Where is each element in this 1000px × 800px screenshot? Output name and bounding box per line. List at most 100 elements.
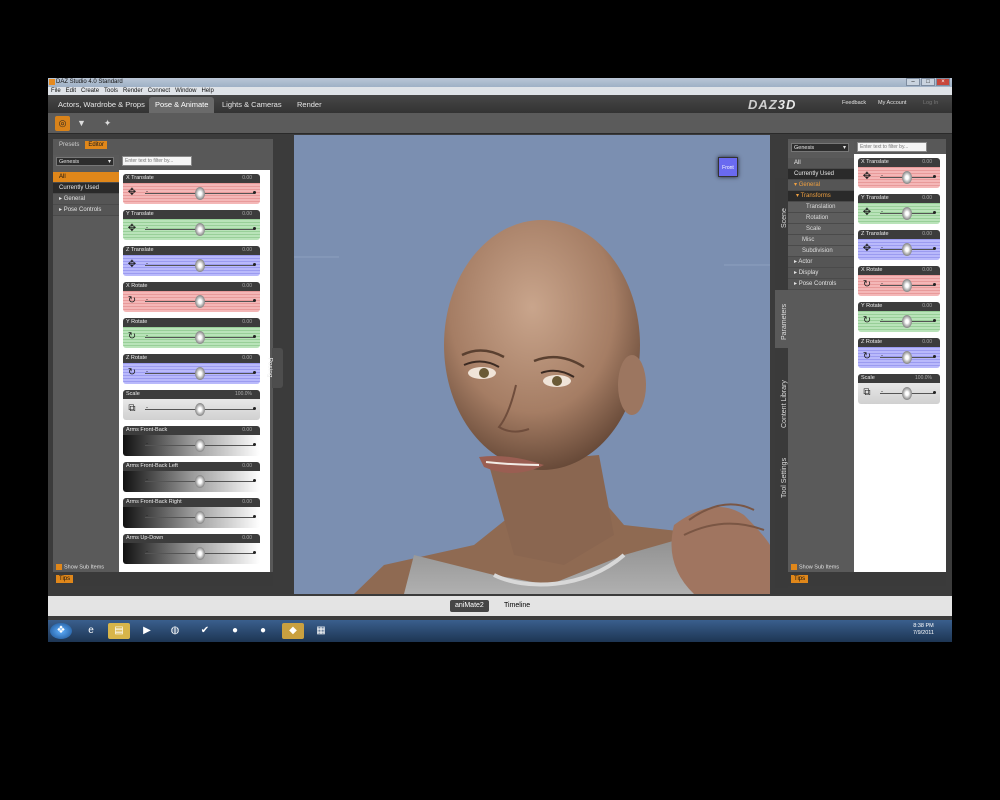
slider-arms-front-back-left[interactable]: Arms Front-Back Left 0.00 - (123, 462, 260, 492)
category-pose-controls[interactable]: ▸ Pose Controls (53, 205, 119, 216)
menu-render[interactable]: Render (123, 87, 143, 95)
group-rotation[interactable]: Rotation (788, 213, 854, 224)
figure-dropdown[interactable]: Genesis (56, 157, 114, 166)
tab-presets[interactable]: Presets (56, 141, 82, 149)
slider-track-area[interactable]: ↻ - (858, 275, 940, 296)
hp-icon[interactable]: ◍ (164, 623, 186, 639)
slider-track-area[interactable]: ↻ - (858, 347, 940, 368)
tab-pose-animate[interactable]: Pose & Animate (149, 97, 215, 113)
slider-arms-up-down[interactable]: Arms Up-Down 0.00 - (123, 534, 260, 564)
right-tips-button[interactable]: Tips (791, 575, 809, 583)
close-button[interactable]: × (936, 78, 950, 86)
slider-scale[interactable]: Scale 100.0% ⧉ - (858, 374, 940, 404)
slider-track-area[interactable]: ✥ - (123, 255, 260, 276)
group-misc[interactable]: Misc (788, 235, 854, 246)
daz-studio-task-icon[interactable]: ◆ (282, 623, 304, 639)
slider-knob[interactable] (902, 207, 912, 220)
menu-create[interactable]: Create (81, 87, 99, 95)
slider-knob[interactable] (194, 295, 205, 308)
media-player-icon[interactable]: ▶ (136, 623, 158, 639)
log-in-link[interactable]: Log In (923, 100, 938, 106)
menu-file[interactable]: File (51, 87, 61, 95)
slider-x-rotate[interactable]: X Rotate 0.00 ↻ - (858, 266, 940, 296)
slider-track-area[interactable]: ✥ - (123, 183, 260, 204)
universal-tool-icon[interactable]: ◎ (55, 116, 70, 131)
slider-y-rotate[interactable]: Y Rotate 0.00 ↻ - (858, 302, 940, 332)
menu-help[interactable]: Help (201, 87, 213, 95)
slider-y-translate[interactable]: Y Translate 0.00 ✥ - (123, 210, 260, 240)
slider-track-area[interactable]: - (123, 543, 260, 564)
group-subdivision[interactable]: Subdivision (788, 246, 854, 257)
firefox-icon[interactable]: ● (224, 623, 246, 639)
menu-tools[interactable]: Tools (104, 87, 118, 95)
slider-track-area[interactable]: - (123, 471, 260, 492)
slider-x-rotate[interactable]: X Rotate 0.00 ↻ - (123, 282, 260, 312)
group-all[interactable]: All (788, 158, 854, 169)
start-button[interactable]: ❖ (50, 623, 72, 639)
firefox-icon-2[interactable]: ● (252, 623, 274, 639)
active-pose-icon[interactable]: ✦ (100, 116, 115, 131)
slider-y-translate[interactable]: Y Translate 0.00 ✥ - (858, 194, 940, 224)
slider-track-area[interactable]: ↻ - (123, 363, 260, 384)
tips-button[interactable]: Tips (56, 575, 74, 583)
slider-knob[interactable] (194, 223, 205, 236)
slider-knob[interactable] (902, 315, 912, 328)
node-selection-icon[interactable]: ▼ (74, 116, 89, 131)
slider-knob[interactable] (194, 187, 205, 200)
menu-edit[interactable]: Edit (66, 87, 76, 95)
slider-knob[interactable] (194, 439, 205, 452)
tab-render[interactable]: Render (291, 97, 328, 113)
slider-knob[interactable] (194, 331, 205, 344)
slider-track-area[interactable]: ↻ - (123, 291, 260, 312)
menu-connect[interactable]: Connect (148, 87, 170, 95)
checkmark-app-icon[interactable]: ✔ (194, 623, 216, 639)
slider-z-translate[interactable]: Z Translate 0.00 ✥ - (123, 246, 260, 276)
slider-track-area[interactable]: ✥ - (123, 219, 260, 240)
category-general[interactable]: ▸ General (53, 194, 119, 205)
slider-knob[interactable] (194, 475, 205, 488)
slider-track-area[interactable]: ↻ - (858, 311, 940, 332)
slider-track-area[interactable]: ⧉ - (123, 399, 260, 420)
tab-editor[interactable]: Editor (85, 141, 108, 149)
slider-knob[interactable] (902, 171, 912, 184)
tab-lights-cameras[interactable]: Lights & Cameras (216, 97, 288, 113)
slider-track-area[interactable]: ✥ - (858, 167, 940, 188)
slider-z-rotate[interactable]: Z Rotate 0.00 ↻ - (858, 338, 940, 368)
slider-track-area[interactable]: ⧉ - (858, 383, 940, 404)
slider-track-area[interactable]: ↻ - (123, 327, 260, 348)
tab-actors-wardrobe-props[interactable]: Actors, Wardrobe & Props (52, 97, 151, 113)
ie-icon[interactable]: e (80, 623, 102, 639)
slider-knob[interactable] (194, 259, 205, 272)
my-account-link[interactable]: My Account (878, 100, 906, 106)
feedback-link[interactable]: Feedback (842, 100, 866, 106)
group-general[interactable]: ▾ General (788, 180, 854, 191)
group-pose-controls[interactable]: ▸ Pose Controls (788, 279, 854, 290)
slider-scale[interactable]: Scale 100.0% ⧉ - (123, 390, 260, 420)
tab-scene[interactable]: Scene (775, 178, 788, 238)
slider-knob[interactable] (194, 511, 205, 524)
tab-tool-settings[interactable]: Tool Settings (775, 434, 788, 504)
tab-animate2[interactable]: aniMate2 (450, 600, 489, 612)
slider-z-translate[interactable]: Z Translate 0.00 ✥ - (858, 230, 940, 260)
group-actor[interactable]: ▸ Actor (788, 257, 854, 268)
slider-arms-front-back-right[interactable]: Arms Front-Back Right 0.00 - (123, 498, 260, 528)
group-scale[interactable]: Scale (788, 224, 854, 235)
slider-knob[interactable] (194, 547, 205, 560)
tab-content-library[interactable]: Content Library (775, 354, 788, 434)
slider-arms-front-back[interactable]: Arms Front-Back 0.00 - (123, 426, 260, 456)
tab-timeline[interactable]: Timeline (499, 600, 535, 612)
posing-side-tab[interactable]: Posing (266, 348, 283, 388)
menu-window[interactable]: Window (175, 87, 196, 95)
slider-track-area[interactable]: ✥ - (858, 239, 940, 260)
document-icon[interactable]: ▦ (310, 623, 332, 639)
slider-track-area[interactable]: - (123, 435, 260, 456)
slider-knob[interactable] (902, 387, 912, 400)
slider-knob[interactable] (902, 243, 912, 256)
explorer-icon[interactable]: ▤ (108, 623, 130, 639)
slider-track-area[interactable]: ✥ - (858, 203, 940, 224)
maximize-button[interactable]: □ (921, 78, 935, 86)
slider-knob[interactable] (194, 367, 205, 380)
tab-parameters[interactable]: Parameters (775, 290, 788, 348)
right-show-sub-items-checkbox[interactable]: Show Sub Items (791, 563, 839, 570)
3d-viewport[interactable]: Front (294, 135, 770, 594)
